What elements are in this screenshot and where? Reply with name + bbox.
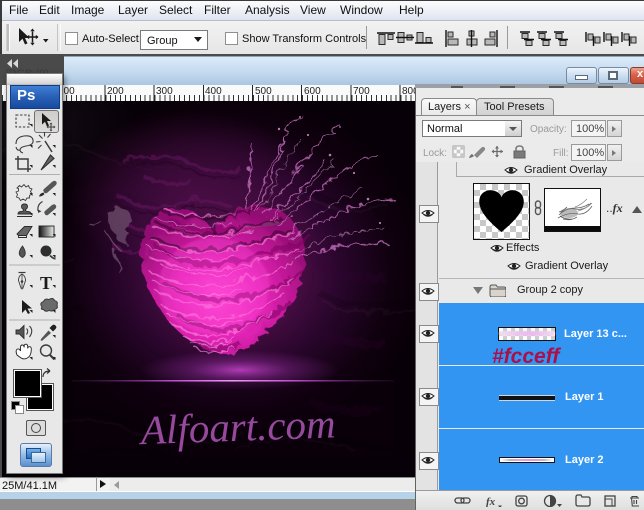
svg-text:fx: fx (486, 496, 496, 507)
svg-text:Alfoart.com: Alfoart.com (137, 400, 336, 453)
svg-text:T: T (40, 273, 52, 293)
